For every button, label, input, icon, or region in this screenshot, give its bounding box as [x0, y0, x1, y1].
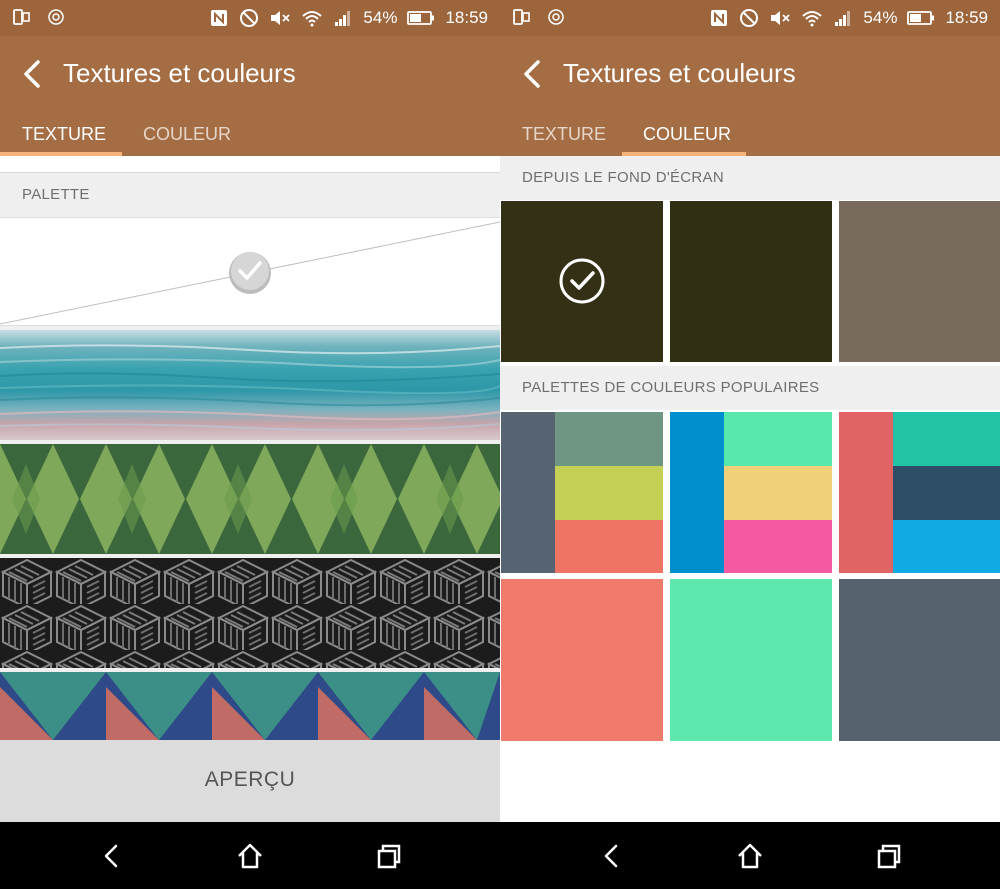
texture-colored-triangles[interactable]: [0, 672, 500, 740]
screen-texture: 54% 18:59 Textures et couleurs TEXTURE C…: [0, 0, 500, 889]
battery-percent: 54%: [363, 8, 398, 27]
nfc-icon: [709, 8, 729, 28]
signal-icon: [833, 8, 853, 28]
nfc-icon: [209, 8, 229, 28]
nav-back-button[interactable]: [596, 840, 628, 872]
texture-black-cubes[interactable]: [0, 558, 500, 668]
back-arrow-icon: [24, 60, 40, 88]
texture-blank[interactable]: [0, 217, 500, 326]
section-palette: PALETTE: [0, 173, 500, 217]
nav-home-icon: [738, 843, 762, 869]
tab-texture[interactable]: TEXTURE: [522, 124, 606, 145]
wifi-icon: [801, 8, 823, 28]
screen-mirror-icon: [12, 7, 32, 27]
nav-recent-icon: [377, 844, 401, 869]
color-list[interactable]: DEPUIS LE FOND D'ÉCRAN PALETTES DE COULE…: [500, 156, 1000, 822]
clock: 18:59: [945, 8, 988, 27]
texture-teal-waves[interactable]: [0, 330, 500, 440]
truncated-list-item[interactable]: [0, 156, 500, 173]
back-button[interactable]: [14, 54, 54, 94]
screen-mirror-icon: [512, 7, 532, 27]
nav-recent-icon: [877, 844, 901, 869]
nav-back-icon: [104, 844, 118, 868]
check-circle-icon: [559, 258, 605, 304]
wallpaper-color-1[interactable]: [501, 201, 663, 362]
nav-recent-button[interactable]: [872, 840, 904, 872]
palette-6[interactable]: [839, 579, 1000, 741]
nav-back-icon: [604, 844, 618, 868]
texture-green-diamonds[interactable]: [0, 444, 500, 554]
wallpaper-color-3[interactable]: [839, 201, 1000, 362]
wallpaper-color-2[interactable]: [670, 201, 832, 362]
nav-home-icon: [238, 843, 262, 869]
palette-5[interactable]: [670, 579, 832, 741]
section-popular: PALETTES DE COULEURS POPULAIRES: [500, 366, 1000, 410]
signal-icon: [333, 8, 353, 28]
htc-logo-icon: [46, 7, 66, 27]
nav-recent-button[interactable]: [372, 840, 404, 872]
preview-button[interactable]: APERÇU: [0, 740, 500, 822]
app-bar: Textures et couleurs TEXTURE COULEUR: [500, 36, 1000, 156]
back-arrow-icon: [524, 60, 540, 88]
palette-2[interactable]: [670, 412, 832, 573]
battery-icon: [907, 10, 935, 26]
wifi-icon: [301, 8, 323, 28]
battery-percent: 54%: [863, 8, 898, 27]
tab-bar: TEXTURE COULEUR: [500, 116, 1000, 156]
volume-mute-icon: [769, 8, 791, 28]
section-wallpaper: DEPUIS LE FOND D'ÉCRAN: [500, 156, 1000, 200]
nav-bar: [500, 822, 1000, 889]
texture-list[interactable]: PALETTE: [0, 156, 500, 822]
status-bar: 54% 18:59: [0, 0, 500, 36]
nav-home-button[interactable]: [234, 840, 266, 872]
status-bar: 54% 18:59: [500, 0, 1000, 36]
do-not-disturb-icon: [739, 8, 759, 28]
tab-bar: TEXTURE COULEUR: [0, 116, 500, 156]
tab-couleur[interactable]: COULEUR: [643, 124, 731, 145]
nav-bar: [0, 822, 500, 889]
palette-4[interactable]: [501, 579, 663, 741]
back-button[interactable]: [514, 54, 554, 94]
clock: 18:59: [445, 8, 488, 27]
htc-logo-icon: [546, 7, 566, 27]
do-not-disturb-icon: [239, 8, 259, 28]
tab-couleur[interactable]: COULEUR: [143, 124, 231, 145]
nav-home-button[interactable]: [734, 840, 766, 872]
tab-texture[interactable]: TEXTURE: [22, 124, 106, 145]
page-title: Textures et couleurs: [563, 58, 796, 88]
battery-icon: [407, 10, 435, 26]
screen-couleur: 54% 18:59 Textures et couleurs TEXTURE C…: [500, 0, 1000, 889]
nav-back-button[interactable]: [96, 840, 128, 872]
app-bar: Textures et couleurs TEXTURE COULEUR: [0, 36, 500, 156]
page-title: Textures et couleurs: [63, 58, 296, 88]
volume-mute-icon: [269, 8, 291, 28]
palette-1[interactable]: [501, 412, 663, 573]
palette-3[interactable]: [839, 412, 1000, 573]
